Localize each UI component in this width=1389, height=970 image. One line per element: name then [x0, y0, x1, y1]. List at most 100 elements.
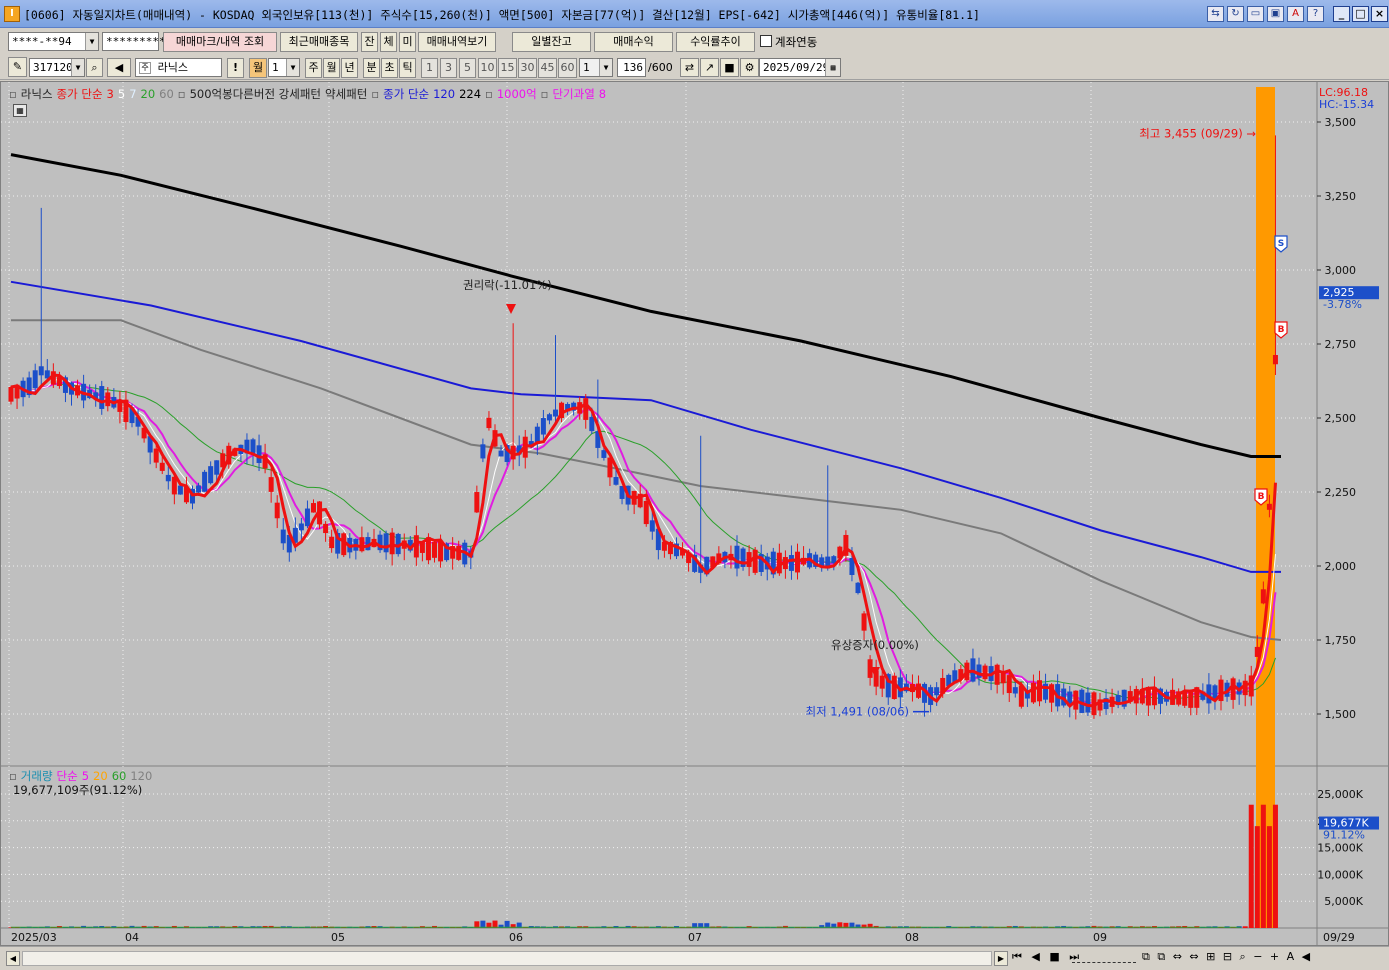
legend-ma7: 7 — [129, 87, 137, 101]
save-icon[interactable]: ▣ — [1267, 6, 1284, 22]
period-minute-button[interactable]: 분 — [363, 58, 380, 78]
period-number-select[interactable]: 1 ▼ — [268, 58, 300, 77]
speaker-icon[interactable]: ◀ — [107, 58, 131, 77]
legend-vol-ma20: 20 — [93, 769, 108, 783]
chart-tools[interactable]: ⧉ ⧉ ⇔ ⇔ ⊞ ⊟ ⌕ − + A ◀ — [1142, 950, 1312, 964]
interval-10-button[interactable]: 10 — [478, 58, 497, 78]
stock-code-input[interactable]: 317120 ▼ — [29, 58, 85, 77]
candle-body — [879, 675, 885, 689]
candle-body — [359, 537, 365, 552]
stock-name-field[interactable]: 주 라닉스 — [135, 58, 222, 77]
settings-icon[interactable]: ⚙ — [740, 58, 759, 77]
scroll-right-icon[interactable]: ▶ — [994, 951, 1008, 966]
daily-balance-button[interactable]: 일별잔고 — [512, 32, 591, 52]
interval-30-button[interactable]: 30 — [518, 58, 537, 78]
trend-icon[interactable]: ↗ — [700, 58, 719, 77]
candle-body — [413, 535, 419, 558]
chevron-down-icon[interactable]: ▼ — [599, 59, 612, 76]
disk-icon[interactable]: ■ — [720, 58, 739, 77]
chevron-down-icon[interactable]: ▼ — [286, 59, 299, 76]
candle-body — [256, 445, 262, 464]
volume-tick-label: 15,000K — [1317, 842, 1363, 855]
help-icon[interactable]: ? — [1307, 6, 1324, 22]
search-icon[interactable]: ⌕ — [86, 58, 103, 77]
executed-button[interactable]: 체 — [380, 32, 397, 52]
price-tick-label: 2,500 — [1325, 412, 1357, 425]
volume-tick-label: 25,000K — [1317, 788, 1363, 801]
candle-body — [177, 485, 183, 495]
interval-5-button[interactable]: 5 — [459, 58, 476, 78]
screen-icon[interactable]: ▭ — [1247, 6, 1264, 22]
link-icon[interactable]: ⇆ — [1207, 6, 1224, 22]
password-field[interactable]: ********* — [102, 32, 166, 51]
volume-bar — [1248, 804, 1254, 928]
stock-chart[interactable]: 2025/03 04 05 06 07 08 09 09/29 3,500 3,250 3,000 2… — [1, 82, 1388, 945]
legend-ma2-label: 종가 단순 — [383, 87, 430, 101]
account-toolbar: ****-**94 ▼ ********* 매매마크/내역 조회 최근매매종목 … — [0, 29, 1389, 54]
candle-body — [613, 477, 619, 485]
period-month-button[interactable]: 월 — [323, 58, 340, 78]
period-tick-button[interactable]: 틱 — [399, 58, 416, 78]
candle-body — [994, 664, 1000, 685]
candle-body — [589, 416, 595, 432]
buy-mark-2-label: B — [1278, 325, 1285, 335]
notepad-icon[interactable]: ✎ — [8, 57, 27, 77]
candle-body — [795, 551, 800, 573]
balance-button[interactable]: 잔 — [361, 32, 378, 52]
chevron-down-icon[interactable]: ▼ — [85, 33, 98, 50]
period-week-button[interactable]: 주 — [305, 58, 322, 78]
zoom-slider[interactable] — [1072, 955, 1136, 963]
scroll-left-icon[interactable]: ◀ — [6, 951, 20, 966]
date-value: 2025/09/29 — [763, 61, 830, 74]
candle-body — [1266, 503, 1272, 510]
trade-profit-button[interactable]: 매매수익 — [594, 32, 673, 52]
volume-bar — [1260, 804, 1266, 928]
price-tick-label: 3,250 — [1325, 190, 1357, 203]
candle-body — [196, 485, 202, 493]
price-tick-label: 1,500 — [1325, 708, 1357, 721]
candle-body — [982, 665, 988, 680]
return-trend-button[interactable]: 수익률추이 — [676, 32, 755, 52]
font-icon[interactable]: A — [1287, 6, 1304, 22]
candle-body — [32, 370, 38, 389]
alert-button[interactable]: ! — [227, 58, 244, 78]
period-month-select[interactable]: 월 — [249, 58, 267, 78]
close-button[interactable]: × — [1371, 6, 1388, 22]
candle-body — [788, 555, 794, 571]
date-label: 07 — [688, 931, 702, 944]
minimize-button[interactable]: _ — [1333, 6, 1350, 22]
chevron-down-icon[interactable]: ▼ — [71, 59, 84, 76]
unit-select[interactable]: 1 ▼ — [579, 58, 613, 77]
interval-15-button[interactable]: 15 — [498, 58, 517, 78]
calendar-icon[interactable]: ▦ — [825, 59, 840, 76]
account-link-checkbox[interactable] — [760, 35, 772, 47]
bar-count-input[interactable]: 136 — [617, 58, 646, 77]
maximize-button[interactable]: □ — [1352, 6, 1369, 22]
trade-history-button[interactable]: 매매내역보기 — [418, 32, 496, 52]
period-year-button[interactable]: 년 — [341, 58, 358, 78]
refresh-icon[interactable]: ↻ — [1227, 6, 1244, 22]
price-tick-label: 2,250 — [1325, 486, 1357, 499]
period-second-button[interactable]: 초 — [381, 58, 398, 78]
recent-trades-button[interactable]: 최근매매종목 — [280, 32, 358, 52]
chart-area[interactable]: 2025/03 04 05 06 07 08 09 09/29 3,500 3,250 3,000 2… — [0, 81, 1389, 946]
date-input[interactable]: 2025/09/29 ▦ — [759, 58, 841, 77]
trade-mark-button[interactable]: 매매마크/내역 조회 — [163, 32, 277, 52]
interval-1-button[interactable]: 1 — [421, 58, 438, 78]
candle-body — [546, 414, 552, 421]
scroll-track[interactable] — [22, 951, 992, 966]
account-select[interactable]: ****-**94 ▼ — [8, 32, 99, 51]
candle-body — [280, 529, 286, 544]
interval-60-button[interactable]: 60 — [558, 58, 577, 78]
candle-body — [934, 687, 940, 696]
unexecuted-button[interactable]: 미 — [399, 32, 416, 52]
candle-body — [298, 523, 304, 531]
candle-body — [268, 477, 274, 492]
interval-3-button[interactable]: 3 — [440, 58, 457, 78]
candle-body — [304, 508, 310, 527]
interval-45-button[interactable]: 45 — [538, 58, 557, 78]
table-icon[interactable]: ▦ — [13, 104, 27, 117]
arrows-icon[interactable]: ⇄ — [680, 58, 699, 77]
candle-body — [208, 466, 214, 484]
buy-mark-label: B — [1258, 492, 1265, 502]
